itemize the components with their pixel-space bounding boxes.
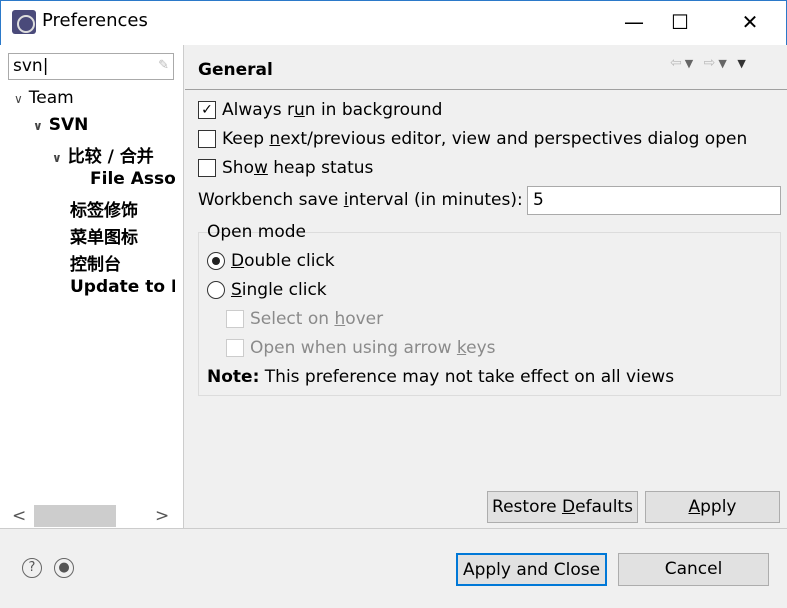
tree-item-compare-merge[interactable]: ∨ 比较 / 合并: [52, 142, 177, 167]
note-text: Note: This preference may not take effec…: [207, 367, 675, 387]
checkbox-icon[interactable]: [198, 159, 216, 177]
open-arrow-keys-checkbox[interactable]: Open when using arrow keys: [226, 338, 496, 358]
tree-label: File Associations: [90, 169, 175, 189]
restore-defaults-button[interactable]: Restore Defaults: [487, 491, 638, 523]
clear-filter-icon[interactable]: ✎: [158, 58, 169, 73]
maximize-button[interactable]: ☐: [658, 8, 702, 36]
window-title: Preferences: [42, 10, 148, 31]
back-arrow-icon[interactable]: ⇦: [670, 55, 685, 71]
header-separator: [185, 89, 787, 90]
single-click-radio[interactable]: Single click: [207, 280, 327, 300]
tree-item-label-decorations[interactable]: 标签修饰: [70, 196, 175, 221]
scroll-left-icon[interactable]: <: [12, 506, 26, 526]
checkbox-icon[interactable]: [226, 339, 244, 357]
radio-icon[interactable]: [207, 281, 225, 299]
forward-dropdown-icon[interactable]: ▼: [718, 57, 729, 70]
scroll-right-icon[interactable]: >: [155, 506, 169, 526]
tree-item-menu-icons[interactable]: 菜单图标: [70, 223, 175, 248]
keep-next-dialog-checkbox[interactable]: Keep next/previous editor, view and pers…: [198, 129, 747, 149]
minimize-button[interactable]: —: [612, 8, 656, 36]
back-dropdown-icon[interactable]: ▼: [685, 57, 696, 70]
checkbox-icon[interactable]: [226, 310, 244, 328]
help-icon[interactable]: ?: [22, 558, 42, 578]
view-menu-icon[interactable]: ▼: [737, 57, 748, 70]
filter-value: svn: [13, 56, 43, 76]
tree-item-svn[interactable]: ∨ SVN: [33, 115, 208, 135]
close-button[interactable]: ✕: [728, 8, 772, 36]
select-on-hover-checkbox[interactable]: Select on hover: [226, 309, 383, 329]
filter-input[interactable]: svn| ✎: [8, 53, 174, 80]
always-run-checkbox[interactable]: ✓ Always run in background: [198, 100, 442, 120]
expand-chevron-icon[interactable]: ∨: [14, 92, 23, 106]
save-interval-input[interactable]: 5: [527, 186, 781, 215]
scrollbar-thumb[interactable]: [34, 505, 116, 527]
checkbox-checked-icon[interactable]: ✓: [198, 101, 216, 119]
radio-selected-icon[interactable]: [207, 252, 225, 270]
expand-chevron-icon[interactable]: ∨: [52, 151, 62, 165]
tree-item-update-to-head[interactable]: Update to HEAD: [70, 277, 175, 297]
tree-label: Team: [28, 88, 74, 108]
tree-label: 菜单图标: [70, 228, 138, 248]
tree-label: 比较 / 合并: [67, 147, 154, 167]
tree-item-console[interactable]: 控制台: [70, 250, 175, 275]
eclipse-app-icon: [12, 10, 36, 34]
show-heap-checkbox[interactable]: Show heap status: [198, 158, 373, 178]
cancel-button[interactable]: Cancel: [618, 553, 769, 586]
tree-label: Update to HEAD: [70, 277, 175, 297]
apply-and-close-button[interactable]: Apply and Close: [456, 553, 607, 586]
apply-button[interactable]: Apply: [645, 491, 780, 523]
open-mode-title: Open mode: [207, 222, 307, 242]
tree-item-team[interactable]: ∨ Team: [14, 88, 189, 108]
double-click-radio[interactable]: Double click: [207, 251, 335, 271]
page-title: General: [198, 60, 273, 80]
checkbox-icon[interactable]: [198, 130, 216, 148]
tree-label: 控制台: [70, 255, 121, 275]
footer-separator: [0, 528, 787, 529]
expand-chevron-icon[interactable]: ∨: [33, 119, 43, 133]
page-nav-toolbar: ⇦▼ ⇨▼ ▼: [670, 55, 749, 71]
forward-arrow-icon[interactable]: ⇨: [704, 55, 719, 71]
tree-label: SVN: [48, 115, 89, 135]
save-interval-label: Workbench save interval (in minutes):: [198, 190, 523, 210]
tree-label: 标签修饰: [70, 201, 138, 221]
import-export-icon[interactable]: ●: [54, 558, 74, 578]
tree-item-file-associations[interactable]: File Associations: [90, 169, 175, 189]
